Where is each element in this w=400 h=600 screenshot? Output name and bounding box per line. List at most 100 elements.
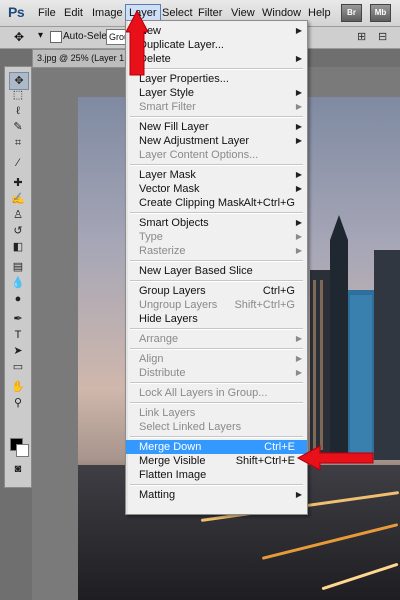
hand-tool-icon[interactable]: ✋ (9, 379, 27, 395)
submenu-arrow-icon: ▶ (295, 218, 302, 227)
menu-item-label: Merge Visible (139, 455, 206, 467)
menu-filter[interactable]: Filter (198, 7, 222, 19)
menu-item-label: Merge Down (139, 441, 202, 453)
crop-tool-icon[interactable]: ⌗ (9, 135, 27, 151)
menu-item-label: Flatten Image (139, 469, 207, 481)
stamp-tool-icon[interactable]: ♙ (9, 207, 27, 223)
submenu-arrow-icon: ▶ (295, 368, 302, 377)
menu-item-ungroup-layers: Ungroup Layers Shift+Ctrl+G (126, 298, 307, 312)
menu-item-label: Link Layers (139, 407, 196, 419)
align-icon[interactable]: ⊞ (357, 30, 366, 43)
menu-item-layer-properties[interactable]: Layer Properties... (126, 72, 307, 86)
bridge-icon[interactable]: Br (341, 4, 362, 22)
zoom-tool-icon[interactable]: ⚲ (9, 395, 27, 411)
menu-item-label: Vector Mask (139, 183, 200, 195)
menu-item-duplicate-layer[interactable]: Duplicate Layer... (126, 38, 307, 52)
menu-item-select-linked-layers: Select Linked Layers (126, 420, 307, 434)
menu-item-layer-mask[interactable]: Layer Mask ▶ (126, 168, 307, 182)
brush-tool-icon[interactable]: ✍ (9, 191, 27, 207)
menu-item-label: Hide Layers (139, 313, 198, 325)
menu-item-new-layer-based-slice[interactable]: New Layer Based Slice (126, 264, 307, 278)
chevron-down-icon[interactable]: ▾ (38, 30, 43, 41)
auto-select-checkbox[interactable] (50, 31, 62, 43)
menu-item-group-layers[interactable]: Group Layers Ctrl+G (126, 284, 307, 298)
menu-item-label: Layer Style (139, 87, 195, 99)
menu-separator (130, 382, 303, 384)
document-tab[interactable]: 3.jpg @ 25% (Layer 1, (32, 49, 130, 68)
menu-image[interactable]: Image (92, 7, 123, 19)
eraser-tool-icon[interactable]: ◧ (9, 239, 27, 255)
shortcut-label: Ctrl+E (264, 441, 295, 453)
marquee-tool-icon[interactable]: ⬚ (9, 87, 27, 103)
dodge-tool-icon[interactable]: ● (9, 291, 27, 307)
menu-item-label: Duplicate Layer... (139, 39, 224, 51)
menu-view[interactable]: View (231, 7, 255, 19)
distribute-icon[interactable]: ⊟ (378, 30, 387, 43)
submenu-arrow-icon: ▶ (295, 246, 302, 255)
background-color-swatch[interactable] (16, 444, 29, 457)
menu-item-rasterize: Rasterize ▶ (126, 244, 307, 258)
menu-item-label: New Fill Layer (139, 121, 209, 133)
type-tool-icon[interactable]: T (9, 327, 27, 343)
healing-brush-tool-icon[interactable]: ✚ (9, 175, 27, 191)
menu-item-label: Align (139, 353, 164, 365)
menu-item-flatten-image[interactable]: Flatten Image (126, 468, 307, 482)
shape-tool-icon[interactable]: ▭ (9, 359, 27, 375)
tools-panel: ✥ ⬚ ℓ ✎ ⌗ ⁄ ✚ ✍ ♙ ↺ ◧ ▤ 💧 ● ✒ T ➤ ▭ ✋ ⚲ ◙ (4, 66, 32, 488)
menu-item-new-fill-layer[interactable]: New Fill Layer ▶ (126, 120, 307, 134)
menu-item-layer-content-options: Layer Content Options... (126, 148, 307, 162)
menu-window[interactable]: Window (262, 7, 301, 19)
photoshop-logo: Ps (8, 4, 25, 20)
menu-item-label: New Adjustment Layer (139, 135, 250, 147)
eyedropper-tool-icon[interactable]: ⁄ (9, 155, 27, 171)
menu-help[interactable]: Help (308, 7, 331, 19)
menu-separator (130, 484, 303, 486)
menu-item-label: New Layer Based Slice (139, 265, 253, 277)
submenu-arrow-icon: ▶ (295, 170, 302, 179)
menu-item-delete[interactable]: Delete ▶ (126, 52, 307, 66)
submenu-arrow-icon: ▶ (295, 26, 302, 35)
lasso-tool-icon[interactable]: ℓ (9, 103, 27, 119)
menu-select[interactable]: Select (162, 7, 193, 19)
history-brush-tool-icon[interactable]: ↺ (9, 223, 27, 239)
menu-item-label: Group Layers (139, 285, 206, 297)
pen-tool-icon[interactable]: ✒ (9, 311, 27, 327)
menu-item-new-adjustment-layer[interactable]: New Adjustment Layer ▶ (126, 134, 307, 148)
menu-item-new[interactable]: New ▶ (126, 24, 307, 38)
quick-select-tool-icon[interactable]: ✎ (9, 119, 27, 135)
annotation-arrow-left (296, 445, 374, 471)
menu-item-label: Layer Properties... (139, 73, 229, 85)
quick-mask-icon[interactable]: ◙ (9, 461, 27, 477)
menu-item-align: Align ▶ (126, 352, 307, 366)
menu-item-label: Create Clipping Mask (139, 197, 245, 209)
menu-item-layer-style[interactable]: Layer Style ▶ (126, 86, 307, 100)
menu-item-create-clipping-mask[interactable]: Create Clipping Mask Alt+Ctrl+G (126, 196, 307, 210)
layer-menu-dropdown: New ▶ Duplicate Layer... Delete ▶ Layer Prope… (125, 20, 308, 515)
menu-separator (130, 328, 303, 330)
menu-item-merge-down[interactable]: Merge Down Ctrl+E (126, 440, 307, 454)
menu-separator (130, 116, 303, 118)
shortcut-label: Shift+Ctrl+E (235, 455, 295, 467)
menu-item-smart-objects[interactable]: Smart Objects ▶ (126, 216, 307, 230)
menu-file[interactable]: File (38, 7, 56, 19)
blur-tool-icon[interactable]: 💧 (9, 275, 27, 291)
menu-item-merge-visible[interactable]: Merge Visible Shift+Ctrl+E (126, 454, 307, 468)
menu-separator (130, 280, 303, 282)
submenu-arrow-icon: ▶ (295, 136, 302, 145)
menu-item-label: Matting (139, 489, 176, 501)
minibridge-icon[interactable]: Mb (370, 4, 391, 22)
menu-item-matting[interactable]: Matting ▶ (126, 488, 307, 502)
annotation-arrow-up (126, 9, 148, 76)
shortcut-label: Ctrl+G (262, 285, 295, 297)
move-tool-icon[interactable]: ✥ (14, 30, 24, 44)
menu-item-label: Layer Mask (139, 169, 196, 181)
menu-item-vector-mask[interactable]: Vector Mask ▶ (126, 182, 307, 196)
menu-item-hide-layers[interactable]: Hide Layers (126, 312, 307, 326)
shortcut-label: Alt+Ctrl+G (243, 197, 295, 209)
menu-item-distribute: Distribute ▶ (126, 366, 307, 380)
menu-item-link-layers: Link Layers (126, 406, 307, 420)
menu-edit[interactable]: Edit (64, 7, 83, 19)
gradient-tool-icon[interactable]: ▤ (9, 259, 27, 275)
path-select-tool-icon[interactable]: ➤ (9, 343, 27, 359)
city-skyline-image (310, 215, 400, 460)
